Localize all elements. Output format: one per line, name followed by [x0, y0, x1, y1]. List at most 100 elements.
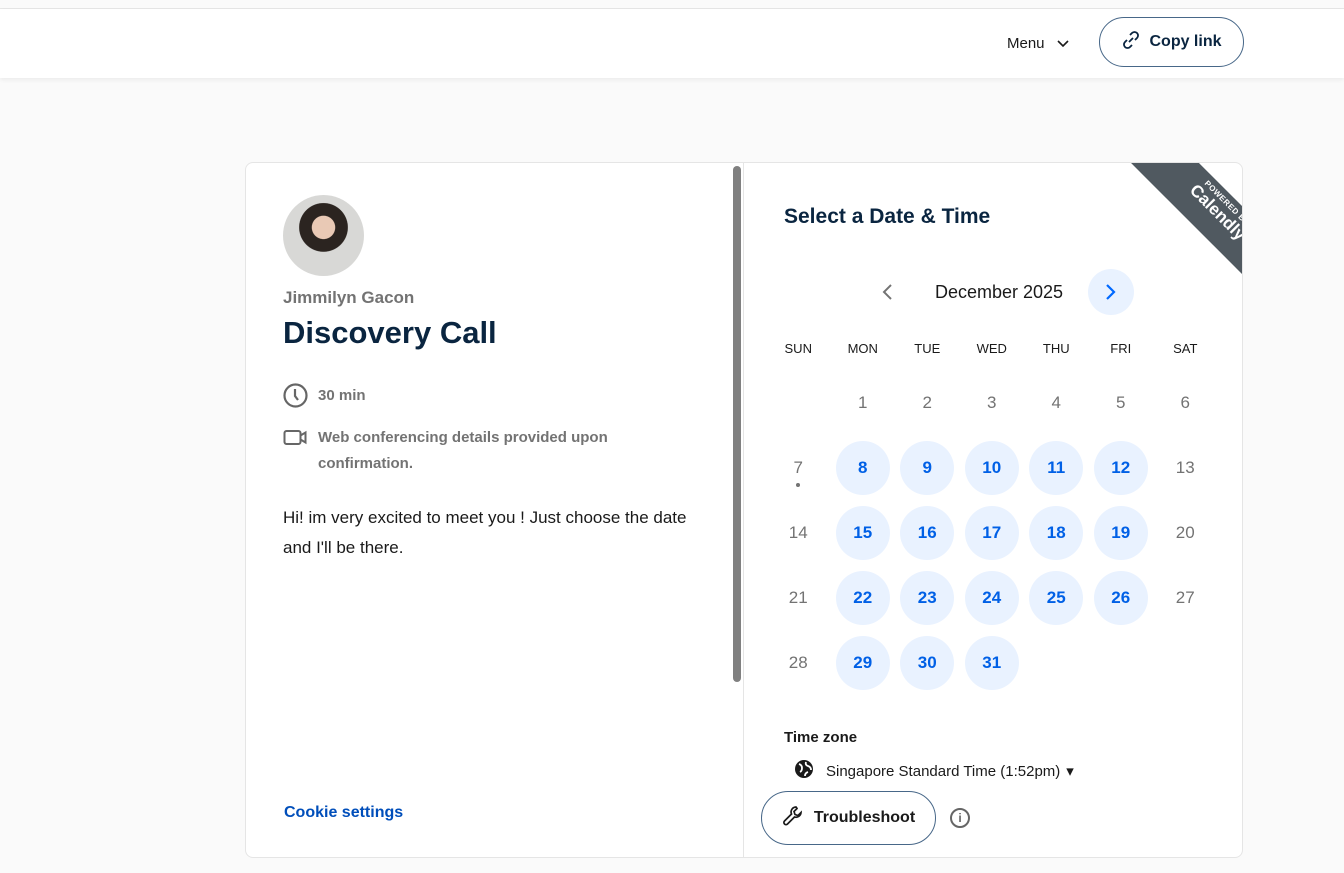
calendar-week: 14 15 16 17 18 19 20 — [766, 500, 1218, 565]
duration-text: 30 min — [318, 387, 366, 404]
calendar-day[interactable]: 31 — [960, 630, 1025, 695]
month-label: December 2025 — [934, 281, 1064, 302]
event-title: Discovery Call — [283, 315, 497, 350]
day-number: 19 — [1093, 505, 1148, 560]
header: Menu Copy link — [0, 9, 1344, 78]
day-number: 17 — [964, 505, 1019, 560]
day-number: 5 — [1116, 392, 1126, 412]
troubleshoot-button[interactable]: Troubleshoot — [761, 791, 936, 845]
calendar-day: 14 — [766, 500, 831, 565]
event-details-panel: Jimmilyn Gacon Discovery Call 30 min Web… — [246, 163, 744, 857]
info-icon[interactable]: i — [950, 808, 970, 828]
day-number: 21 — [788, 587, 808, 607]
menu-label: Menu — [1007, 35, 1045, 52]
calendar-day[interactable]: 18 — [1024, 500, 1089, 565]
menu-button[interactable]: Menu — [1007, 35, 1069, 52]
weekday-header: SUN MON TUE WED THU FRI SAT — [766, 341, 1218, 356]
timezone-value: Singapore Standard Time (1:52pm) — [826, 762, 1061, 780]
weekday-label: WED — [976, 341, 1007, 356]
powered-by-calendly-badge[interactable]: POWERED BY Calendly — [1120, 163, 1242, 285]
location-text: Web conferencing details provided upon c… — [318, 429, 608, 472]
globe-icon — [794, 759, 814, 783]
calendar-empty-cell — [1089, 630, 1154, 695]
calendar-day[interactable]: 25 — [1024, 565, 1089, 630]
calendar-day[interactable]: 16 — [895, 500, 960, 565]
calendar-day: 20 — [1153, 500, 1218, 565]
day-number: 18 — [1029, 505, 1084, 560]
next-month-button[interactable] — [1087, 269, 1134, 315]
calendar-week: 21 22 23 24 25 26 27 — [766, 565, 1218, 630]
calendar-week: 28 29 30 31 — [766, 630, 1218, 695]
timezone-label: Time zone — [784, 729, 858, 746]
day-number: 8 — [835, 440, 890, 495]
calendar-day[interactable]: 19 — [1089, 500, 1154, 565]
previous-month-button[interactable] — [864, 269, 910, 315]
weekday-label: MON — [847, 341, 878, 356]
calendar-empty-cell — [1153, 630, 1218, 695]
link-icon — [1121, 30, 1141, 55]
calendar-day[interactable]: 12 — [1089, 435, 1154, 500]
troubleshoot-label: Troubleshoot — [813, 809, 916, 826]
calendar-day[interactable]: 8 — [831, 435, 896, 500]
calendar-day: 28 — [766, 630, 831, 695]
cookie-settings-link[interactable]: Cookie settings — [284, 804, 403, 822]
calendar-day: 1 — [831, 370, 896, 435]
today-indicator — [796, 483, 800, 487]
calendar-day[interactable]: 15 — [831, 500, 896, 565]
day-number: 3 — [987, 392, 997, 412]
calendar-empty-cell — [766, 370, 831, 435]
scrollbar[interactable] — [733, 166, 741, 682]
day-number: 11 — [1029, 440, 1084, 495]
weekday-label: FRI — [1110, 341, 1132, 356]
weekday-label: TUE — [914, 341, 941, 356]
calendar-day: 21 — [766, 565, 831, 630]
clock-icon — [283, 383, 308, 417]
day-number: 6 — [1180, 392, 1190, 412]
calendar-day[interactable]: 23 — [895, 565, 960, 630]
chevron-right-icon — [1106, 284, 1116, 300]
day-number: 4 — [1051, 392, 1061, 412]
day-number: 29 — [835, 635, 890, 690]
event-owner: Jimmilyn Gacon — [283, 288, 415, 307]
month-navigator: December 2025 — [864, 269, 1134, 315]
timezone-select[interactable]: Singapore Standard Time (1:52pm) ▾ — [794, 759, 1074, 783]
day-number: 20 — [1175, 522, 1195, 542]
weekday-label: THU — [1042, 341, 1070, 356]
calendar-week: 1 2 3 4 5 6 — [766, 370, 1218, 435]
calendar-day[interactable]: 22 — [831, 565, 896, 630]
chevron-down-icon — [1056, 35, 1069, 52]
day-number: 14 — [788, 522, 808, 542]
calendar-day: 27 — [1153, 565, 1218, 630]
calendar-day[interactable]: 11 — [1024, 435, 1089, 500]
calendar-day[interactable]: 30 — [895, 630, 960, 695]
calendar-day: 6 — [1153, 370, 1218, 435]
calendar-day[interactable]: 9 — [895, 435, 960, 500]
booking-card: Jimmilyn Gacon Discovery Call 30 min Web… — [245, 162, 1243, 858]
avatar — [283, 195, 364, 276]
calendar-day[interactable]: 17 — [960, 500, 1025, 565]
calendar-day: 4 — [1024, 370, 1089, 435]
day-number: 30 — [900, 635, 955, 690]
day-number: 1 — [858, 392, 868, 412]
day-number: 2 — [922, 392, 932, 412]
copy-link-label: Copy link — [1149, 33, 1222, 50]
wrench-icon — [782, 805, 804, 832]
day-number: 28 — [788, 652, 808, 672]
copy-link-button[interactable]: Copy link — [1099, 17, 1244, 67]
day-number: 9 — [900, 440, 955, 495]
video-camera-icon — [283, 425, 308, 477]
scheduler-heading: Select a Date & Time — [784, 205, 991, 228]
day-number: 15 — [835, 505, 890, 560]
calendar-day[interactable]: 10 — [960, 435, 1025, 500]
calendar-day[interactable]: 26 — [1089, 565, 1154, 630]
day-number: 12 — [1093, 440, 1148, 495]
calendar-day: 7 — [766, 435, 831, 500]
event-description: Hi! im very excited to meet you ! Just c… — [283, 508, 687, 557]
calendar-grid: SUN MON TUE WED THU FRI SAT 1 2 3 4 5 6 7 8 9 10 11 12 13 1… — [766, 341, 1218, 695]
day-number: 16 — [900, 505, 955, 560]
calendar-day: 5 — [1089, 370, 1154, 435]
calendar-day[interactable]: 24 — [960, 565, 1025, 630]
calendar-empty-cell — [1024, 630, 1089, 695]
calendar-day[interactable]: 29 — [831, 630, 896, 695]
day-number: 31 — [964, 635, 1019, 690]
